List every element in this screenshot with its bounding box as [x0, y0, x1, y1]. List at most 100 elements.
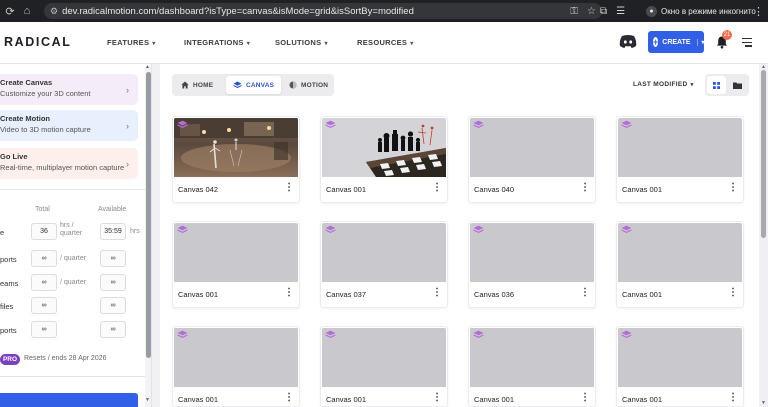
canvas-thumbnail[interactable]: [470, 328, 594, 387]
divider: [0, 189, 146, 190]
canvas-thumbnail[interactable]: [618, 328, 742, 387]
usage-col-total: Total: [35, 206, 50, 213]
site-info-icon[interactable]: ⚙: [50, 6, 58, 17]
usage-row-label: ports: [0, 255, 17, 264]
url-text: dev.radicalmotion.com/dashboard?isType=c…: [62, 5, 414, 17]
canvas-name: Canvas 001: [622, 290, 663, 299]
more-options-icon[interactable]: ⋮: [432, 288, 442, 298]
usage-available-value: ∞: [100, 274, 126, 291]
canvas-name: Canvas 001: [178, 395, 219, 404]
canvas-thumbnail[interactable]: [174, 118, 298, 177]
more-options-icon[interactable]: ⋮: [728, 288, 738, 298]
upgrade-button[interactable]: [0, 393, 138, 407]
canvas-card[interactable]: Canvas 001 ⋮: [320, 326, 448, 407]
extensions-icon[interactable]: ⧉: [600, 6, 607, 17]
page-scrollbar[interactable]: ▲ ▼: [759, 64, 768, 407]
chevron-down-icon: ▾: [324, 41, 328, 47]
canvas-thumbnail[interactable]: [174, 223, 298, 282]
canvas-name: Canvas 001: [622, 395, 663, 404]
canvas-thumbnail[interactable]: [470, 223, 594, 282]
browser-toolbar: ⟳ ⌂ ⚙ dev.radicalmotion.com/dashboard?is…: [0, 0, 768, 22]
more-options-icon[interactable]: ⋮: [580, 183, 590, 193]
canvas-thumbnail[interactable]: [618, 118, 742, 177]
key-icon[interactable]: ⚿: [570, 6, 578, 17]
canvas-card[interactable]: Canvas 001 ⋮: [616, 116, 744, 203]
bookmark-star-icon[interactable]: ☆: [587, 6, 596, 17]
chevron-right-icon: ›: [126, 85, 129, 95]
canvas-thumbnail[interactable]: [470, 118, 594, 177]
incognito-indicator[interactable]: ● Окно в режиме инкогнито: [646, 3, 756, 19]
canvas-card[interactable]: Canvas 036 ⋮: [468, 221, 596, 308]
main-content: HOME CANVAS MOTION LAST MODIFIED ▾ Canvas…: [160, 64, 759, 407]
nav-integrations[interactable]: INTEGRATIONS ▾: [184, 38, 250, 47]
more-options-icon[interactable]: ⋮: [284, 393, 294, 403]
sort-dropdown[interactable]: LAST MODIFIED ▾: [633, 81, 694, 88]
scroll-up-icon[interactable]: ▲: [145, 64, 150, 70]
canvas-card[interactable]: Canvas 001 ⋮: [172, 221, 300, 308]
nav-features[interactable]: FEATURES ▾: [107, 38, 156, 47]
canvas-card[interactable]: Canvas 001 ⋮: [468, 326, 596, 407]
usage-unit: / quarter: [60, 255, 87, 262]
tab-motion[interactable]: MOTION: [282, 76, 335, 94]
address-bar[interactable]: ⚙ dev.radicalmotion.com/dashboard?isType…: [44, 3, 602, 19]
canvas-card[interactable]: Canvas 001 ⋮: [616, 326, 744, 407]
canvas-thumbnail[interactable]: [322, 118, 446, 177]
browser-menu-icon[interactable]: ⋮: [753, 0, 764, 22]
grid-view-button[interactable]: [707, 76, 726, 94]
nav-resources[interactable]: RESOURCES ▾: [357, 38, 414, 47]
tab-canvas-label: CANVAS: [246, 81, 275, 89]
usage-available-unit: hrs: [130, 228, 140, 235]
canvas-name: Canvas 037: [326, 290, 367, 299]
sidebar-scrollbar-thumb[interactable]: [146, 72, 151, 358]
go-live-card[interactable]: Go Live Real-time, multiplayer motion ca…: [0, 148, 138, 179]
more-options-icon[interactable]: ⋮: [728, 183, 738, 193]
create-motion-card[interactable]: Create Motion Video to 3D motion capture…: [0, 110, 138, 141]
canvas-card[interactable]: Canvas 001 ⋮: [616, 221, 744, 308]
nav-solutions[interactable]: SOLUTIONS ▾: [275, 38, 328, 47]
canvas-card[interactable]: Canvas 001 ⋮: [320, 116, 448, 203]
canvas-card[interactable]: Canvas 042 ⋮: [172, 116, 300, 203]
plus-icon: +: [653, 37, 659, 47]
canvas-name: Canvas 001: [474, 395, 515, 404]
page-scrollbar-thumb[interactable]: [761, 70, 766, 238]
logo[interactable]: RADICAL: [4, 35, 71, 49]
usage-col-available: Available: [98, 206, 127, 213]
folder-icon: [733, 82, 742, 89]
create-button[interactable]: + CREATE ▾: [648, 31, 705, 53]
create-canvas-card[interactable]: Create Canvas Customize your 3D content …: [0, 74, 138, 105]
canvas-thumbnail[interactable]: [618, 223, 742, 282]
canvas-thumbnail[interactable]: [174, 328, 298, 387]
canvas-card[interactable]: Canvas 040 ⋮: [468, 116, 596, 203]
scroll-down-icon[interactable]: ▼: [761, 400, 766, 406]
tab-canvas[interactable]: CANVAS: [226, 76, 282, 94]
motion-icon: [289, 81, 297, 89]
chevron-down-icon[interactable]: ▾: [696, 38, 705, 46]
discord-icon[interactable]: [619, 34, 637, 48]
canvas-card[interactable]: Canvas 001 ⋮: [172, 326, 300, 407]
more-options-icon[interactable]: ⋮: [432, 183, 442, 193]
tab-home[interactable]: HOME: [174, 76, 220, 94]
reading-list-icon[interactable]: ☰: [616, 6, 625, 17]
nav-features-label: FEATURES: [107, 38, 150, 47]
more-options-icon[interactable]: ⋮: [580, 393, 590, 403]
create-canvas-subtitle: Customize your 3D content: [0, 89, 91, 98]
canvas-thumbnail[interactable]: [322, 328, 446, 387]
usage-row-label: files: [0, 302, 14, 311]
more-options-icon[interactable]: ⋮: [580, 288, 590, 298]
reload-icon[interactable]: ⟳: [3, 5, 17, 18]
scroll-down-icon[interactable]: ▼: [145, 397, 150, 403]
more-options-icon[interactable]: ⋮: [432, 393, 442, 403]
more-options-icon[interactable]: ⋮: [284, 183, 294, 193]
canvas-card[interactable]: Canvas 037 ⋮: [320, 221, 448, 308]
usage-unit: / quarter: [60, 279, 87, 286]
tab-home-label: HOME: [193, 81, 214, 89]
folder-view-button[interactable]: [728, 76, 747, 94]
more-options-icon[interactable]: ⋮: [728, 393, 738, 403]
hamburger-menu-icon[interactable]: [742, 38, 752, 49]
canvas-thumbnail[interactable]: [322, 223, 446, 282]
usage-total-value: ∞: [31, 297, 57, 314]
home-browser-icon[interactable]: ⌂: [20, 5, 34, 17]
tab-motion-label: MOTION: [301, 81, 329, 89]
more-options-icon[interactable]: ⋮: [284, 288, 294, 298]
canvas-name: Canvas 040: [474, 185, 515, 194]
